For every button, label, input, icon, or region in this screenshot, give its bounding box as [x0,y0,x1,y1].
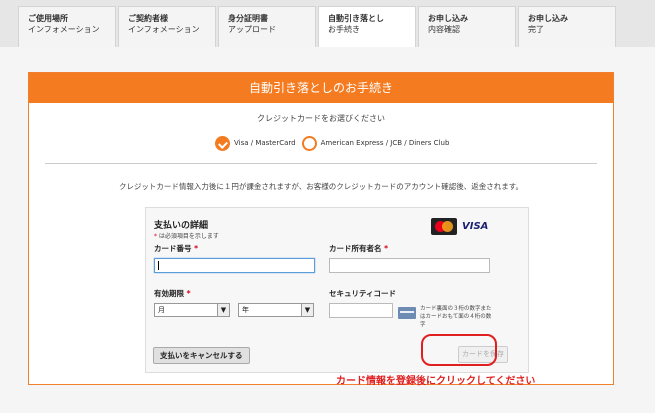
step-title: ご契約者様 [128,14,168,23]
highlight-ring [421,334,497,366]
step-title: 自動引き落とし [328,14,384,23]
auto-debit-card: 自動引き落としのお手続き クレジットカードをお選びください Visa / Mas… [28,72,614,385]
card-brand-options: Visa / MasterCard American Express / JCB… [215,135,449,151]
visa-logo: VISA [462,221,489,232]
step-bar: ご使用場所 インフォメーション ご契約者様 インフォメーション 身分証明書 アッ… [0,0,655,48]
step-usage-location: ご使用場所 インフォメーション [18,6,116,47]
credit-card-icon [398,307,416,319]
payment-title: 支払いの詳細 [154,221,209,231]
required-note: * は必須項目を示します [154,231,219,240]
step-auto-debit: 自動引き落とし お手続き [318,6,416,48]
card-holder-label: カード所有者名 * [329,244,389,253]
step-id-upload: 身分証明書 アップロード [218,6,316,47]
divider [45,163,597,164]
step-subtitle: 内容確認 [428,25,460,34]
cvv-hint-text: カード裏面の３桁の数字またはカードおもて面の４桁の数字 [420,306,492,328]
step-title: お申し込み [428,14,468,23]
expiry-year-select[interactable]: 年 ▼ [238,303,314,317]
step-confirm: お申し込み 内容確認 [418,6,516,47]
step-contractor-info: ご契約者様 インフォメーション [118,6,216,47]
select-card-label: クレジットカードをお選びください [257,114,385,123]
chevron-down-icon: ▼ [217,304,229,316]
mastercard-logo-icon [431,218,457,235]
security-code-label: セキュリティコード [329,289,397,298]
card-holder-input[interactable] [329,258,490,273]
cvv-hint: カード裏面の３桁の数字またはカードおもて面の４桁の数字 [398,305,492,329]
cancel-payment-button[interactable]: 支払いをキャンセルする [153,347,250,364]
step-title: 身分証明書 [228,14,268,23]
brand-label-visa-mastercard: Visa / MasterCard [234,139,296,147]
radio-visa-mastercard[interactable] [215,135,230,151]
card-number-label: カード番号 * [154,244,199,253]
step-subtitle: インフォメーション [28,25,100,34]
step-title: お申し込み [528,14,568,23]
charge-notice: クレジットカード情報入力後に１円が課金されますが、お客様のクレジットカードのアカ… [118,182,524,191]
expiry-month-select[interactable]: 月 ▼ [154,303,230,317]
radio-amex-jcb-diners[interactable] [301,135,317,151]
card-number-input[interactable] [154,258,315,273]
card-header: 自動引き落としのお手続き [29,73,613,103]
step-subtitle: アップロード [228,25,276,34]
step-subtitle: 完了 [528,25,544,34]
required-mark: * [154,233,157,240]
annotation-text: カード情報を登録後にクリックしてください [336,376,536,387]
security-code-input[interactable] [329,303,393,318]
required-note-text: は必須項目を示します [158,233,219,240]
step-complete: お申し込み 完了 [518,6,616,47]
step-title: ご使用場所 [28,14,68,23]
step-subtitle: インフォメーション [128,25,200,34]
chevron-down-icon: ▼ [301,304,313,316]
brand-label-amex-jcb-diners: American Express / JCB / Diners Club [320,139,450,147]
step-subtitle: お手続き [328,25,360,34]
card-logos: VISA [431,218,488,235]
expiry-label: 有効期限 * [154,289,191,298]
